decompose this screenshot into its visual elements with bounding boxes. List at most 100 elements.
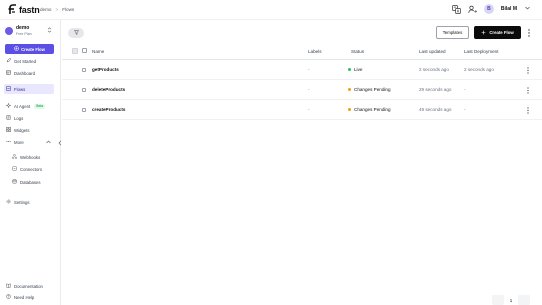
chevron-up-down-icon	[47, 27, 52, 35]
column-header-labels[interactable]: Labels	[308, 49, 322, 54]
last-deployment: -	[464, 87, 466, 92]
sidebar-item-settings[interactable]: Settings	[4, 197, 54, 207]
sidebar-item-connectors[interactable]: Connectors	[10, 164, 54, 174]
sidebar-item-more[interactable]: More	[4, 137, 54, 147]
brand-name: fastn	[19, 4, 40, 15]
sidebar-item-documentation[interactable]: Documentation	[4, 281, 54, 291]
plus-circle-icon	[14, 46, 19, 52]
user-switch-icon[interactable]	[468, 5, 477, 14]
breadcrumb-item-workspace[interactable]: demo	[40, 7, 52, 12]
sidebar-item-label: Webhooks	[20, 154, 41, 160]
flow-name[interactable]: deleteProducts	[92, 87, 125, 92]
documentation-icon	[6, 283, 11, 289]
sidebar-item-databases[interactable]: Databases	[10, 177, 54, 187]
sidebar-item-dashboard[interactable]: Dashboard	[4, 68, 54, 78]
dashboard-icon	[6, 70, 11, 76]
main-content: Templates Create Flow Name Labels Status…	[62, 20, 542, 305]
sidebar-item-label: Widgets	[14, 127, 30, 133]
breadcrumb-item-current: Flows	[62, 7, 75, 12]
status-dot	[348, 68, 351, 71]
column-toggle-checkbox[interactable]	[72, 48, 78, 54]
sidebar-item-label: AI Agent	[14, 103, 31, 109]
sidebar-item-widgets[interactable]: Widgets	[4, 125, 54, 135]
table-row[interactable]: createProducts - Changes Pending 49 seco…	[62, 100, 542, 120]
table-row[interactable]: getProducts - Live 2 seconds ago 2 secon…	[62, 60, 542, 80]
flow-status: Changes Pending	[348, 87, 391, 92]
column-header-name[interactable]: Name	[92, 49, 104, 54]
last-updated: 2 seconds ago	[419, 67, 449, 72]
beta-badge: Beta	[34, 103, 46, 109]
brand-logo[interactable]: fastn	[8, 4, 40, 15]
sidebar-item-label: Need Help	[14, 294, 35, 300]
chevron-up-icon	[46, 140, 51, 145]
settings-icon	[6, 199, 11, 205]
flow-name[interactable]: createProducts	[92, 107, 125, 112]
last-deployment: -	[464, 107, 466, 112]
sidebar-item-logs[interactable]: Logs	[4, 113, 54, 123]
row-checkbox[interactable]	[82, 88, 86, 92]
flow-labels: -	[308, 87, 310, 92]
sidebar-item-flows[interactable]: Flows	[4, 84, 54, 94]
sidebar: demo Free Plan Create Flow Get Started D…	[0, 20, 61, 305]
create-flow-button[interactable]: Create Flow	[474, 26, 521, 39]
status-label: Changes Pending	[354, 107, 391, 112]
rocket-icon	[6, 58, 11, 64]
sidebar-item-label: More	[14, 139, 24, 145]
more-options-icon[interactable]	[526, 27, 532, 38]
workspace-info: demo Free Plan	[16, 25, 32, 36]
row-options-icon[interactable]	[525, 105, 531, 115]
databases-icon	[12, 179, 17, 185]
sidebar-item-label: Dashboard	[14, 70, 36, 76]
flows-toolbar: Templates Create Flow	[62, 20, 542, 43]
sidebar-item-label: Flows	[14, 86, 26, 92]
flow-name[interactable]: getProducts	[92, 67, 119, 72]
workspace-avatar	[5, 27, 13, 35]
last-updated: 29 seconds ago	[419, 87, 452, 92]
column-header-status[interactable]: Status	[351, 49, 364, 54]
status-label: Live	[354, 67, 363, 72]
user-avatar[interactable]: B	[483, 4, 494, 14]
top-bar: fastn demo > Flows B Bilal M	[0, 0, 542, 20]
column-header-last-deployment[interactable]: Last Deployment	[464, 49, 498, 54]
breadcrumb-separator: >	[55, 7, 59, 12]
select-all-checkbox[interactable]	[82, 48, 87, 53]
previous-page-button[interactable]	[492, 295, 504, 305]
templates-button[interactable]: Templates	[436, 26, 469, 39]
row-checkbox[interactable]	[82, 68, 86, 72]
translate-icon[interactable]	[452, 4, 461, 14]
last-deployment: 2 seconds ago	[464, 67, 494, 72]
sidebar-item-label: Settings	[14, 199, 30, 205]
status-dot	[348, 88, 351, 91]
sidebar-item-need-help[interactable]: Need Help	[4, 292, 54, 302]
sidebar-item-get-started[interactable]: Get Started	[4, 56, 54, 66]
flow-status: Live	[348, 67, 362, 72]
table-row[interactable]: deleteProducts - Changes Pending 29 seco…	[62, 80, 542, 100]
next-page-button[interactable]	[518, 295, 530, 305]
row-checkbox[interactable]	[82, 108, 86, 112]
help-icon	[6, 294, 11, 300]
create-flow-label: Create Flow	[489, 30, 514, 35]
pagination: 1	[492, 295, 530, 305]
logs-icon	[6, 115, 11, 121]
chevron-down-icon[interactable]	[525, 6, 530, 12]
filter-icon	[73, 29, 79, 37]
status-dot	[348, 108, 351, 111]
status-label: Changes Pending	[354, 87, 391, 92]
flow-status: Changes Pending	[348, 107, 391, 112]
filter-button[interactable]	[68, 28, 84, 38]
flows-table: Name Labels Status Last updated Last Dep…	[62, 43, 542, 120]
column-header-last-updated[interactable]: Last updated	[419, 49, 446, 54]
sidebar-item-label: Databases	[20, 179, 41, 185]
row-options-icon[interactable]	[525, 65, 531, 75]
plus-icon	[481, 30, 486, 36]
workspace-switcher[interactable]: demo Free Plan	[5, 24, 55, 38]
current-page-number[interactable]: 1	[504, 295, 518, 305]
user-name[interactable]: Bilal M	[501, 6, 517, 12]
sidebar-item-label: Documentation	[14, 283, 43, 289]
last-updated: 49 seconds ago	[419, 107, 452, 112]
sidebar-item-webhooks[interactable]: Webhooks	[10, 152, 54, 162]
flow-labels: -	[308, 107, 310, 112]
sidebar-create-flow-button[interactable]: Create Flow	[5, 44, 54, 54]
sidebar-item-ai-agent[interactable]: AI Agent Beta	[4, 101, 54, 111]
row-options-icon[interactable]	[525, 85, 531, 95]
